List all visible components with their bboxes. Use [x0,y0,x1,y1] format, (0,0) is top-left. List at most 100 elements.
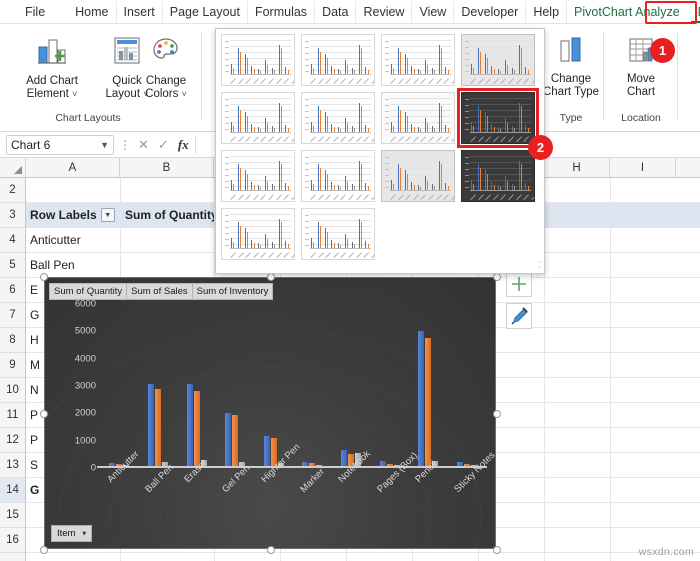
tab-insert[interactable]: Insert [115,0,162,23]
tab-pivotchart-analyze[interactable]: PivotChart Analyze [566,0,687,23]
chart-style-thumbnail[interactable] [381,150,455,202]
bar-group[interactable] [186,384,207,466]
chart-style-thumbnail[interactable] [461,150,535,202]
chevron-down-icon[interactable]: ˅ [182,89,187,99]
bar-1[interactable] [386,463,393,466]
row-header-7[interactable]: 7 [0,303,25,328]
chart-style-thumbnail[interactable] [301,150,375,202]
row-header-2[interactable]: 2 [0,178,25,203]
legend-item-inventory[interactable]: Sum of Inventory [191,283,274,300]
bar-0[interactable] [379,461,386,466]
bar-group[interactable] [418,330,439,466]
tab-developer[interactable]: Developer [453,0,525,23]
resize-handle-w[interactable] [40,410,48,418]
column-header-b[interactable]: B [120,158,214,177]
bar-1[interactable] [425,337,432,466]
bar-0[interactable] [263,435,270,466]
chart-style-thumbnail[interactable] [381,92,455,144]
row-header-10[interactable]: 10 [0,378,25,403]
tab-data[interactable]: Data [314,0,355,23]
bar-0[interactable] [225,412,232,466]
tab-help[interactable]: Help [525,0,566,23]
row-header-8[interactable]: 8 [0,328,25,353]
change-chart-type-button[interactable]: Change Chart Type [538,34,604,99]
filter-dropdown-icon[interactable]: ▼ [100,208,115,222]
bar-1[interactable] [309,463,316,466]
bar-0[interactable] [418,330,425,466]
chart-style-thumbnail[interactable] [381,34,455,86]
tab-design[interactable]: Design [690,1,700,23]
column-header-h[interactable]: H [544,158,610,177]
resize-handle-se[interactable] [493,546,501,554]
chart-style-thumbnail[interactable] [301,208,375,260]
tab-file[interactable]: File [18,1,52,23]
resize-handle-nw[interactable] [40,273,48,281]
bar-0[interactable] [148,384,155,466]
chart-style-thumbnail[interactable] [221,150,295,202]
chart-field-button-item[interactable]: Item [51,525,93,542]
bar-group[interactable] [148,384,169,466]
bar-0[interactable] [109,462,116,466]
confirm-icon[interactable]: ✓ [158,137,169,153]
row-header-9[interactable]: 9 [0,353,25,378]
bar-1[interactable] [155,388,162,466]
chart-styles-button[interactable] [506,303,532,329]
row-header-5[interactable]: 5 [0,253,25,278]
select-all-corner[interactable] [0,158,26,177]
tab-formulas[interactable]: Formulas [246,0,314,23]
cell-a4[interactable]: Anticutter [26,228,120,252]
chevron-down-icon[interactable]: ▼ [100,140,109,150]
change-colors-button[interactable]: Change Colors ˅ [132,34,200,101]
cell-b3-sum-of-quantity[interactable]: Sum of Quantity [121,203,214,227]
bar-1[interactable] [193,390,200,466]
tab-page-layout[interactable]: Page Layout [161,0,247,23]
resize-handle-sw[interactable] [40,546,48,554]
bar-group[interactable] [302,462,323,466]
bar-0[interactable] [186,384,193,466]
row-header-4[interactable]: 4 [0,228,25,253]
legend-item-quantity[interactable]: Sum of Quantity [49,283,127,300]
bar-1[interactable] [232,414,239,466]
cancel-icon[interactable]: ✕ [138,137,149,153]
chevron-down-icon[interactable]: ˅ [72,89,77,99]
row-header-6[interactable]: 6 [0,278,25,303]
chart-style-thumbnail[interactable] [461,34,535,86]
chart-style-thumbnail[interactable] [301,34,375,86]
tab-view[interactable]: View [411,0,453,23]
bar-group[interactable] [225,412,246,466]
add-chart-element-button[interactable]: Add Chart Element ˅ [10,34,94,101]
legend-item-sales[interactable]: Sum of Sales [126,283,192,300]
bar-0[interactable] [302,462,309,466]
resize-handle-n[interactable] [267,273,275,281]
insert-function-icon[interactable]: fx [178,137,189,153]
chart-style-thumbnail[interactable] [221,208,295,260]
resize-handle-ne[interactable] [493,273,501,281]
column-header-a[interactable]: A [26,158,120,177]
cell-a3-row-labels[interactable]: Row Labels ▼ [26,203,120,227]
row-header-16[interactable]: 16 [0,528,25,553]
row-header-14[interactable]: 14 [0,478,25,503]
chart-elements-button[interactable] [506,271,532,297]
chart-style-thumbnail[interactable] [221,92,295,144]
resize-handle-s[interactable] [267,546,275,554]
bar-0[interactable] [341,449,348,466]
cell-a2[interactable] [26,178,120,202]
row-header-13[interactable]: 13 [0,453,25,478]
row-header-15[interactable]: 15 [0,503,25,528]
name-box-grip[interactable]: ⋮ [119,138,131,152]
bar-1[interactable] [463,464,470,466]
row-header-3[interactable]: 3 [0,203,25,228]
chart-style-thumbnail[interactable] [301,92,375,144]
tab-home[interactable]: Home [68,1,115,23]
gallery-resize-grip[interactable]: ⁚ [538,260,541,271]
column-header-i[interactable]: I [610,158,676,177]
bar-0[interactable] [456,461,463,466]
chart-style-thumbnail[interactable] [457,88,539,148]
resize-handle-e[interactable] [493,410,501,418]
row-header-11[interactable]: 11 [0,403,25,428]
chart-style-thumbnail[interactable] [221,34,295,86]
row-header-12[interactable]: 12 [0,428,25,453]
name-box[interactable]: Chart 6 ▼ [6,134,114,155]
pivot-chart[interactable]: Sum of Quantity Sum of Sales Sum of Inve… [40,273,501,554]
tab-review[interactable]: Review [355,0,411,23]
